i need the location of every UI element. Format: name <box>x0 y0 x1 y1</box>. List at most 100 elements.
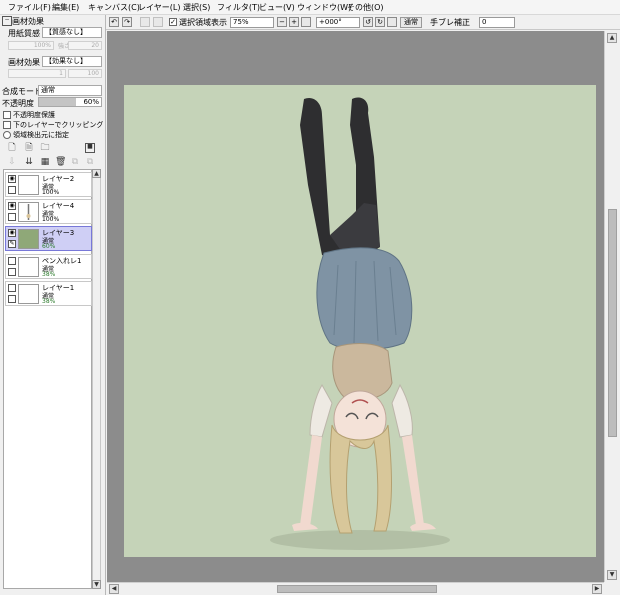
layer-opacity: 38% <box>42 298 56 305</box>
layer-row-selected[interactable]: ◉ ✎ レイヤー3 通常 60% <box>5 226 92 251</box>
delete-layer-icon[interactable]: 🗑 <box>55 157 66 167</box>
eye-icon[interactable]: ◉ <box>8 175 16 183</box>
stabilizer-label: 手ブレ補正 <box>430 18 470 27</box>
layer-thumbnail <box>18 175 39 195</box>
new-linework-layer-icon[interactable]: 🗎 <box>24 143 34 153</box>
paper-strength-field: 20 <box>68 41 102 50</box>
opacity-value: 60% <box>83 98 99 106</box>
opacity-slider-fill <box>39 98 77 106</box>
canvas-vertical-scrollbar[interactable]: ▲ ▼ <box>604 31 620 582</box>
layer-panel-toggle-icon[interactable]: ■ <box>85 143 95 153</box>
eye-icon[interactable]: ◉ <box>8 229 16 237</box>
rotation-field[interactable]: +000° <box>316 17 360 28</box>
menu-canvas[interactable]: キャンバス(C) <box>88 2 140 13</box>
layer-list: ◉ レイヤー2 通常 100% ◉ レイヤー4 通常 100% ◉ ✎ レイヤー… <box>3 169 92 589</box>
material-strength-field: 100 <box>68 69 102 78</box>
figure-thumbnail-icon <box>26 204 31 220</box>
layer-row[interactable]: ペン入れレ1 通常 38% <box>5 254 92 279</box>
layer-opacity: 38% <box>42 271 56 278</box>
copy-layer-icon[interactable]: ⧉ <box>70 157 80 167</box>
flip-mode-button[interactable]: 通常 <box>400 17 422 28</box>
zoom-field[interactable]: 75% <box>230 17 274 28</box>
scroll-up-icon[interactable]: ▲ <box>92 169 101 178</box>
menu-edit[interactable]: 編集(E) <box>52 2 79 13</box>
menu-other[interactable]: その他(O) <box>347 2 384 13</box>
scroll-down-icon[interactable]: ▼ <box>92 580 101 589</box>
menu-layer[interactable]: レイヤー(L) <box>138 2 180 13</box>
stabilizer-select[interactable]: 0 <box>479 17 515 28</box>
selection-display-checkbox[interactable]: ✓ <box>169 18 177 26</box>
clipping-label: 下のレイヤーでクリッピング <box>13 121 104 129</box>
zoom-reset-icon[interactable] <box>301 17 311 27</box>
menu-bar: ファイル(F) 編集(E) キャンバス(C) レイヤー(L) 選択(S) フィル… <box>0 0 620 15</box>
layer-list-scrollbar[interactable]: ▲ ▼ <box>92 169 101 589</box>
menu-select[interactable]: 選択(S) <box>183 2 210 13</box>
menu-window[interactable]: ウィンドウ(W) <box>297 2 351 13</box>
paper-texture-label: 用紙質感 <box>8 29 40 38</box>
handstand-illustration <box>270 97 450 550</box>
visibility-toggle[interactable] <box>8 284 16 292</box>
layer-opacity: 60% <box>42 243 56 250</box>
clear-layer-icon[interactable]: ▦ <box>40 157 50 167</box>
visibility-toggle[interactable] <box>8 257 16 265</box>
deselect-icon[interactable] <box>140 17 150 27</box>
layer-thumbnail <box>18 202 39 222</box>
brush-icon[interactable]: ✎ <box>8 240 16 248</box>
material-effect-select[interactable]: 【効果なし】 <box>42 56 102 67</box>
layer-thumbnail <box>18 257 39 277</box>
scroll-left-icon[interactable]: ◀ <box>109 584 119 594</box>
material-width-field: 1 <box>8 69 66 78</box>
paper-texture-select[interactable]: 【質感なし】 <box>42 27 102 38</box>
menu-file[interactable]: ファイル(F) <box>8 2 51 13</box>
material-effect-label: 画材効果 <box>8 58 40 67</box>
blend-mode-select[interactable]: 通常 <box>38 85 102 96</box>
menu-view[interactable]: ビュー(V) <box>259 2 295 13</box>
collapse-icon[interactable]: − <box>2 16 12 26</box>
layer-thumbnail <box>18 229 39 249</box>
layer-opacity: 100% <box>42 216 60 223</box>
undo-icon[interactable]: ↶ <box>109 17 119 27</box>
layer-opacity: 100% <box>42 189 60 196</box>
opacity-protect-label: 不透明度保護 <box>13 111 55 119</box>
layer-row[interactable]: ◉ レイヤー4 通常 100% <box>5 199 92 224</box>
rotate-right-icon[interactable]: ↻ <box>375 17 385 27</box>
lock-toggle[interactable] <box>8 213 16 221</box>
layer-thumbnail <box>18 284 39 304</box>
merge-down-icon[interactable]: ⇊ <box>24 157 34 167</box>
zoom-in-icon[interactable]: + <box>289 17 299 27</box>
artboard[interactable] <box>124 85 596 557</box>
new-layer-icon[interactable]: 🗋 <box>7 143 17 153</box>
opacity-label: 不透明度 <box>2 99 34 108</box>
new-folder-icon[interactable]: 🗀 <box>40 143 50 153</box>
scroll-down-icon[interactable]: ▼ <box>607 570 617 580</box>
clipping-checkbox[interactable] <box>3 121 11 129</box>
lock-toggle[interactable] <box>8 268 16 276</box>
layer-row[interactable]: レイヤー1 通常 38% <box>5 281 92 306</box>
selection-source-label: 領域検出元に指定 <box>13 131 69 139</box>
eye-icon[interactable]: ◉ <box>8 202 16 210</box>
section-title: 画材効果 <box>12 17 44 26</box>
rotate-reset-icon[interactable] <box>387 17 397 27</box>
horizontal-scroll-thumb[interactable] <box>277 585 437 593</box>
lock-toggle[interactable] <box>8 186 16 194</box>
canvas-horizontal-scrollbar[interactable]: ◀ ▶ <box>107 582 604 595</box>
layer-row[interactable]: ◉ レイヤー2 通常 100% <box>5 172 92 197</box>
menu-filter[interactable]: フィルタ(T) <box>217 2 260 13</box>
transfer-down-icon[interactable]: ⇩ <box>7 157 17 167</box>
canvas-toolbar: ↶ ↷ ✓ 選択領域表示 75% − + +000° ↺ ↻ 通常 手ブレ補正 … <box>106 15 620 30</box>
invert-selection-icon[interactable] <box>153 17 163 27</box>
scroll-right-icon[interactable]: ▶ <box>592 584 602 594</box>
zoom-out-icon[interactable]: − <box>277 17 287 27</box>
rotate-left-icon[interactable]: ↺ <box>363 17 373 27</box>
blend-mode-label: 合成モード <box>2 87 42 96</box>
opacity-protect-checkbox[interactable] <box>3 111 11 119</box>
vertical-scroll-thumb[interactable] <box>608 209 617 437</box>
selection-source-radio[interactable] <box>3 131 11 139</box>
paper-scale-field: 100% <box>8 41 54 50</box>
scroll-up-icon[interactable]: ▲ <box>607 33 617 43</box>
opacity-slider[interactable]: 60% <box>38 97 102 107</box>
selection-display-label: 選択領域表示 <box>179 18 227 27</box>
redo-icon[interactable]: ↷ <box>122 17 132 27</box>
paste-layer-icon[interactable]: ⧉ <box>85 157 95 167</box>
lock-toggle[interactable] <box>8 295 16 303</box>
